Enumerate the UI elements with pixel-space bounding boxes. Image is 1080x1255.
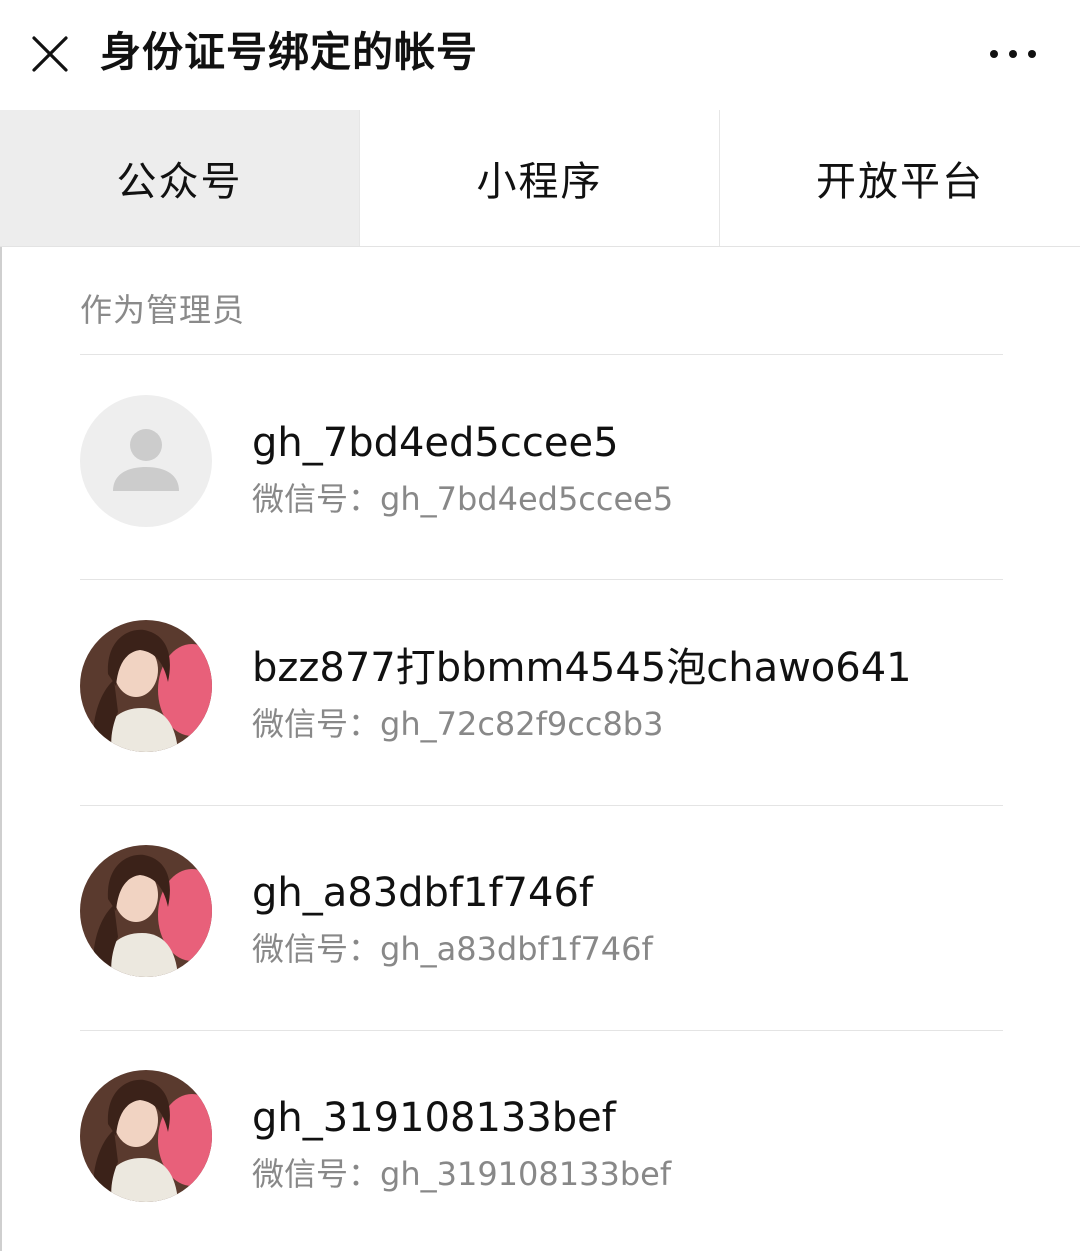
account-row[interactable]: bzz877打bbmm4545泡chawo641 微信号：gh_72c82f9c… bbox=[80, 580, 1003, 805]
profile-photo bbox=[80, 845, 212, 977]
account-name: gh_7bd4ed5ccee5 bbox=[252, 420, 619, 466]
account-row[interactable]: gh_319108133bef 微信号：gh_319108133bef bbox=[80, 1030, 1003, 1255]
profile-photo bbox=[80, 620, 212, 752]
close-icon bbox=[32, 36, 68, 72]
close-button[interactable] bbox=[22, 22, 78, 82]
more-options-button[interactable] bbox=[978, 30, 1048, 78]
account-row[interactable]: gh_a83dbf1f746f 微信号：gh_a83dbf1f746f bbox=[80, 805, 1003, 1030]
account-wechat-id: 微信号：gh_7bd4ed5ccee5 bbox=[252, 480, 674, 518]
account-wechat-id: 微信号：gh_319108133bef bbox=[252, 1155, 672, 1193]
tab-official-accounts[interactable]: 公众号 bbox=[0, 110, 360, 246]
tab-open-platform[interactable]: 开放平台 bbox=[720, 110, 1080, 246]
account-wechat-id: 微信号：gh_72c82f9cc8b3 bbox=[252, 705, 664, 743]
account-row[interactable]: gh_7bd4ed5ccee5 微信号：gh_7bd4ed5ccee5 bbox=[80, 355, 1003, 580]
tab-bar: 公众号 小程序 开放平台 bbox=[0, 110, 1080, 247]
tab-mini-programs[interactable]: 小程序 bbox=[360, 110, 720, 246]
account-name: gh_a83dbf1f746f bbox=[252, 870, 593, 916]
page-title: 身份证号绑定的帐号 bbox=[100, 28, 478, 76]
section-label: 作为管理员 bbox=[80, 291, 246, 329]
default-avatar-icon bbox=[80, 395, 212, 527]
account-name: bzz877打bbmm4545泡chawo641 bbox=[252, 645, 912, 691]
account-wechat-id: 微信号：gh_a83dbf1f746f bbox=[252, 930, 653, 968]
account-name: gh_319108133bef bbox=[252, 1095, 616, 1141]
profile-photo bbox=[80, 1070, 212, 1202]
top-bar: 身份证号绑定的帐号 bbox=[0, 0, 1080, 110]
